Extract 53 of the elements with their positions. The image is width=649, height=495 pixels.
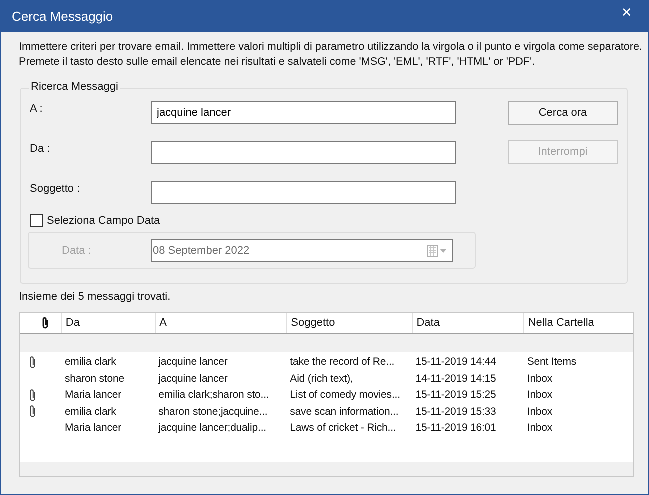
table-cell-text: emilia clark (64, 356, 118, 368)
table-cell-text: Maria lancer (64, 422, 123, 434)
instruction-text: Premete il tasto desto sulle email elencate nei risultati e salvateli come 'MSG', 'EML', 'RTF', 'HTML' or 'PDF'. (19, 55, 536, 70)
input-field[interactable] (151, 141, 456, 164)
table-cell-text: Inbox (526, 406, 554, 418)
table-cell-text: Inbox (526, 372, 554, 385)
table-cell-text: jacquine lancer;dualip... (157, 422, 268, 434)
table-row[interactable]: Maria lancer emilia clark;sharon sto... List of comedy movies... 15-11-2019 15:25 Inbox (20, 387, 633, 404)
field-label: A : (30, 102, 44, 115)
calendar-dropdown-icon (427, 244, 449, 256)
column-header[interactable]: Soggetto (286, 313, 412, 333)
table-cell-text: Laws of cricket - Rich... (289, 422, 398, 434)
status-text: Insieme dei 5 messaggi trovati. (19, 291, 172, 303)
column-header[interactable]: Nella Cartella (523, 313, 633, 333)
checkbox-label: Seleziona Campo Data (47, 214, 160, 226)
table-cell-text: Inbox (526, 389, 554, 402)
table-row[interactable]: emilia clark jacquine lancer take the record of Re... 15-11-2019 14:44 Sent Items (20, 354, 633, 370)
table-row[interactable]: emilia clark sharon stone;jacquine... save scan information... 15-11-2019 15:33 Inbox (20, 404, 633, 420)
table-cell-text: 15-11-2019 14:44 (414, 356, 498, 368)
action-button[interactable]: Cerca ora (508, 101, 618, 125)
table-cell-text: emilia clark;sharon sto... (158, 389, 270, 402)
table-cell-text: sharon stone (64, 372, 126, 385)
input-field[interactable]: jacquine lancer (151, 101, 456, 124)
group-title: Ricerca Messaggi (29, 81, 120, 93)
table-cell-text: jacquine lancer (157, 372, 229, 385)
table-cell-text: Maria lancer (64, 389, 123, 402)
window-title: Cerca Messaggio (12, 9, 114, 24)
table-cell-text: List of comedy movies... (289, 389, 402, 402)
field-label: Da : (30, 142, 52, 155)
table-row[interactable]: sharon stone jacquine lancer Aid (rich text), 14-11-2019 14:15 Inbox (20, 370, 633, 387)
table-cell-text: emilia clark (64, 406, 118, 418)
table-cell-text: Aid (rich text), (289, 372, 354, 385)
column-header[interactable]: Da (60, 313, 155, 333)
table-cell-text: save scan information... (289, 406, 400, 418)
table-cell-text: jacquine lancer (157, 356, 229, 368)
field-label: Data : (61, 244, 92, 256)
input-field[interactable] (151, 181, 456, 204)
table-cell-text: 15-11-2019 16:01 (414, 422, 498, 434)
table-cell-text: 15-11-2019 15:33 (414, 406, 498, 418)
table-cell-text: Inbox (526, 422, 554, 434)
table-cell-text: 14-11-2019 14:15 (414, 372, 498, 385)
close-button[interactable]: ✕ (612, 1, 642, 26)
table-cell-text: sharon stone;jacquine... (158, 406, 269, 418)
table-cell-text: 15-11-2019 15:25 (414, 389, 498, 402)
table-row[interactable]: Maria lancer jacquine lancer;dualip... Laws of cricket - Rich... 15-11-2019 16:01 Inbox (20, 420, 633, 436)
table-cell-text: Sent Items (526, 356, 578, 368)
column-header[interactable]: Data (412, 313, 524, 333)
column-header[interactable]: A (154, 313, 286, 333)
table-cell-text: take the record of Re... (289, 356, 396, 368)
checkbox[interactable] (30, 214, 43, 227)
paperclip-icon (42, 317, 49, 329)
field-label: Soggetto : (30, 182, 82, 195)
instruction-text: Immettere criteri per trovare email. Immettere valori multipli di parametro utilizzando la virgola o il punto e virgola come separatore. (19, 40, 644, 55)
